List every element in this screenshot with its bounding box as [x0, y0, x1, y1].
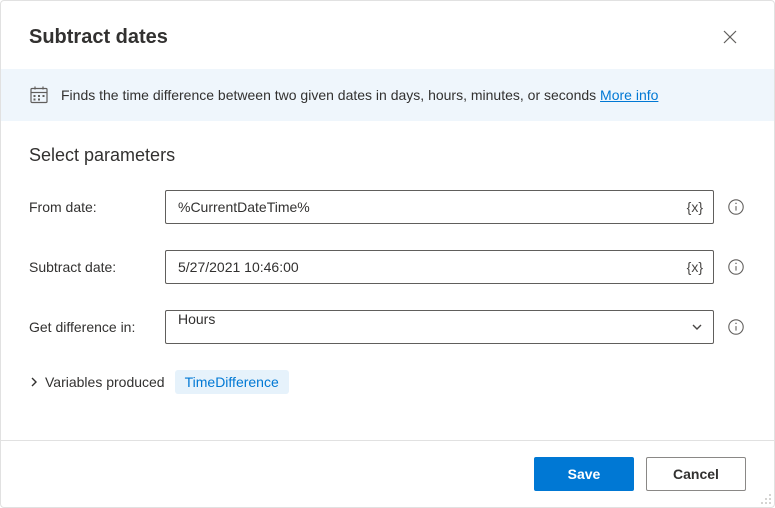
more-info-link[interactable]: More info	[600, 87, 658, 103]
subtract-date-label: Subtract date:	[29, 259, 157, 275]
close-button[interactable]	[714, 21, 746, 53]
chevron-down-icon	[681, 321, 713, 333]
dialog-footer: Save Cancel	[1, 440, 774, 507]
subtract-date-input[interactable]	[166, 251, 677, 283]
save-button[interactable]: Save	[534, 457, 634, 491]
difference-row: Get difference in: Hours	[29, 310, 746, 344]
variables-label: Variables produced	[45, 374, 165, 390]
from-date-info-button[interactable]	[726, 197, 746, 217]
close-icon	[723, 30, 737, 44]
dialog-title: Subtract dates	[29, 26, 168, 49]
subtract-date-input-wrap: {x}	[165, 250, 714, 284]
variable-picker-button[interactable]: {x}	[677, 259, 713, 275]
from-date-label: From date:	[29, 199, 157, 215]
difference-info-button[interactable]	[726, 317, 746, 337]
dialog-body: Select parameters From date: {x} Subtrac…	[1, 121, 774, 440]
info-bar: Finds the time difference between two gi…	[1, 69, 774, 121]
variable-chip[interactable]: TimeDifference	[175, 370, 289, 394]
dialog-header: Subtract dates	[1, 1, 774, 69]
from-date-input[interactable]	[166, 191, 677, 223]
variable-picker-button[interactable]: {x}	[677, 199, 713, 215]
from-date-row: From date: {x}	[29, 190, 746, 224]
calendar-icon	[29, 85, 49, 105]
from-date-input-wrap: {x}	[165, 190, 714, 224]
subtract-date-info-button[interactable]	[726, 257, 746, 277]
variables-expander[interactable]: Variables produced	[29, 374, 165, 390]
cancel-button[interactable]: Cancel	[646, 457, 746, 491]
variables-row: Variables produced TimeDifference	[29, 370, 746, 394]
subtract-date-row: Subtract date: {x}	[29, 250, 746, 284]
difference-value: Hours	[166, 311, 681, 343]
section-title: Select parameters	[29, 145, 746, 166]
info-text: Finds the time difference between two gi…	[61, 87, 658, 103]
difference-label: Get difference in:	[29, 319, 157, 335]
chevron-right-icon	[29, 377, 39, 387]
difference-select[interactable]: Hours	[165, 310, 714, 344]
subtract-dates-dialog: Subtract dates Finds the time diffe	[0, 0, 775, 508]
